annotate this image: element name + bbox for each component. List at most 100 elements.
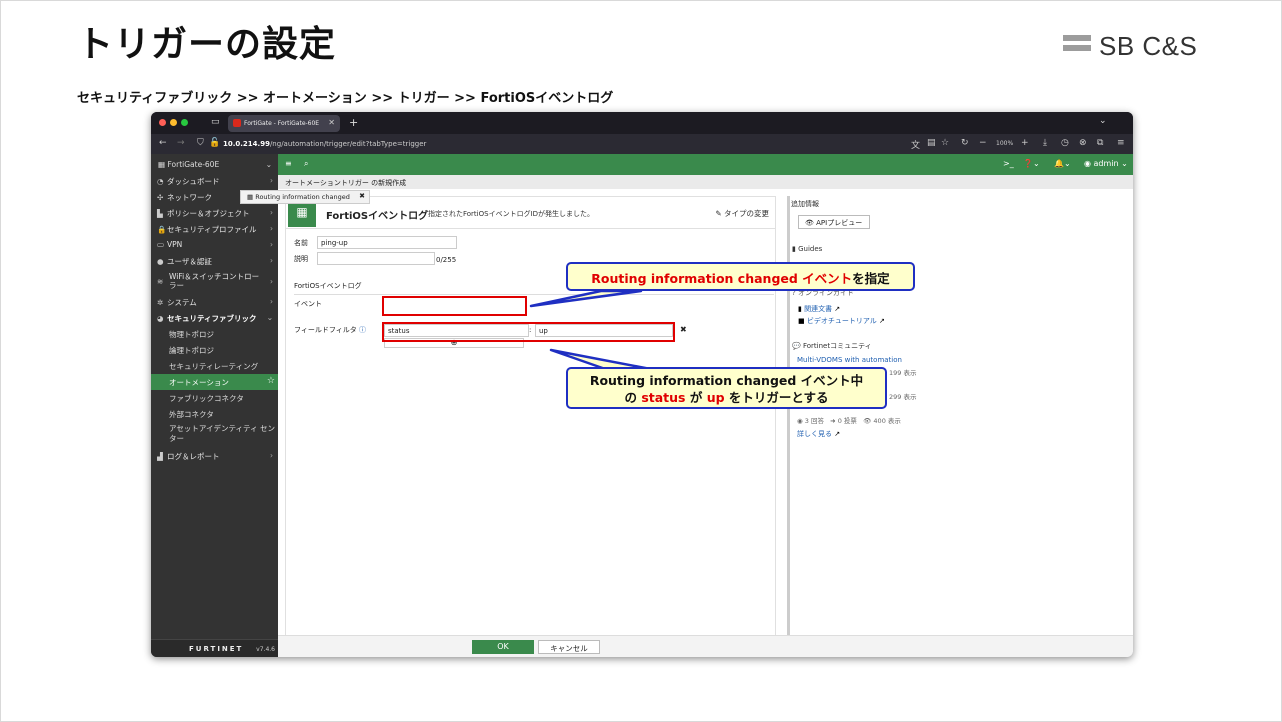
- sidebar-item-vpn[interactable]: ▭ VPN ›: [151, 237, 278, 253]
- extensions-icon[interactable]: ⧉: [1097, 138, 1103, 148]
- lock-warning-icon[interactable]: 🔓: [209, 138, 220, 148]
- sidebar-subitem-logical-topology[interactable]: 論理トポロジ: [151, 342, 278, 358]
- callout-pre: の: [624, 390, 642, 405]
- close-window-icon[interactable]: [159, 119, 166, 126]
- policy-icon: ▙: [157, 209, 163, 218]
- sidebar-item-label: セキュリティファブリック: [167, 314, 257, 323]
- forward-icon[interactable]: →: [177, 138, 185, 148]
- sidebar-subitem-asset-identity[interactable]: アセットアイデンティティ センター: [151, 422, 278, 448]
- sidebar-item-security-fabric[interactable]: ◕ セキュリティファブリック ⌄: [151, 310, 278, 326]
- close-tab-icon[interactable]: ✕: [328, 118, 335, 127]
- sidebar-item-user-auth[interactable]: ● ユーザ＆認証 ›: [151, 253, 278, 269]
- callout-filter: Routing information changed イベント中 の stat…: [566, 367, 887, 409]
- favorite-star-icon[interactable]: ☆: [267, 376, 275, 386]
- help-icon[interactable]: ❓⌄: [1023, 159, 1040, 168]
- menu-icon[interactable]: ≡: [1117, 138, 1125, 148]
- zoom-level[interactable]: 100%: [996, 140, 1013, 147]
- user-menu[interactable]: ◉ admin ⌄: [1084, 159, 1128, 168]
- sidebar-item-log-report[interactable]: ▟ ログ＆レポート ›: [151, 448, 278, 464]
- network-icon: ✣: [157, 193, 164, 202]
- community-post-link[interactable]: Multi-VDOMS with automation: [797, 356, 902, 364]
- zoom-in-icon[interactable]: +: [1021, 138, 1029, 148]
- url-field[interactable]: 10.0.214.99/ng/automation/trigger/edit?t…: [223, 140, 426, 148]
- back-icon[interactable]: ←: [159, 138, 167, 148]
- sidebar-item-label: オートメーション: [169, 378, 229, 387]
- sidebar-footer: FURTINET v7.4.6: [151, 639, 278, 657]
- video-tutorial-label: ビデオチュートリアル: [806, 317, 877, 325]
- panel-title: FortiOSイベントログ: [326, 211, 429, 222]
- sidebar-subitem-automation[interactable]: オートメーション ☆: [151, 374, 278, 390]
- cli-icon[interactable]: >_: [1003, 159, 1014, 168]
- post-stats: ◉ 3 回答 ➜ 0 投票 👁 400 表示: [797, 415, 901, 425]
- sidebar-item-system[interactable]: ✲ システム ›: [151, 294, 278, 310]
- votes-count: 0 投票: [837, 417, 857, 425]
- sidebar-subitem-physical-topology[interactable]: 物理トポロジ: [151, 326, 278, 342]
- sidebar-item-label: ユーザ＆認証: [167, 257, 212, 266]
- chevron-right-icon: ›: [270, 297, 273, 306]
- translate-icon[interactable]: 文: [911, 138, 920, 151]
- callout-event-highlight: Routing information changed イベント: [591, 271, 853, 286]
- views-count-1: 199 表示: [889, 369, 917, 377]
- event-select[interactable]: ▦ Routing information changed ✖: [240, 190, 370, 204]
- reader-icon[interactable]: ▤: [927, 138, 936, 148]
- sidebar-subitem-security-rating[interactable]: セキュリティレーティング: [151, 358, 278, 374]
- bell-icon[interactable]: 🔔⌄: [1054, 159, 1071, 168]
- sidebar-item-wifi-switch[interactable]: ≋ WiFi＆スイッチコントロー ラー ›: [151, 269, 278, 294]
- video-tutorial-link[interactable]: ■ ビデオチュートリアル ↗: [798, 316, 885, 326]
- page-title: オートメーショントリガー の新規作成: [278, 175, 1133, 189]
- api-preview-button[interactable]: 👁 APIプレビュー: [798, 215, 870, 229]
- gear-icon: ✲: [157, 298, 164, 307]
- slide: トリガーの設定 SB C&S セキュリティファブリック >> オートメーション …: [0, 0, 1282, 722]
- sidebar-item-dashboard[interactable]: ◔ ダッシュボード ›: [151, 173, 278, 189]
- wifi-icon: ≋: [157, 277, 164, 286]
- maximize-window-icon[interactable]: [181, 119, 188, 126]
- remove-filter-icon[interactable]: ✖: [680, 325, 687, 334]
- description-input[interactable]: [317, 252, 435, 265]
- reload-icon[interactable]: ↻: [961, 138, 969, 148]
- sidebar-subitem-external-connectors[interactable]: 外部コネクタ: [151, 406, 278, 422]
- tab-list-icon[interactable]: ⌄: [1099, 116, 1107, 126]
- zoom-out-icon[interactable]: −: [979, 138, 987, 148]
- description-label: 説明: [294, 255, 308, 263]
- ok-button[interactable]: OK: [472, 640, 534, 654]
- learn-more-link[interactable]: 詳しく見る ↗: [797, 429, 840, 439]
- chevron-right-icon: ›: [270, 451, 273, 460]
- bookmark-star-icon[interactable]: ☆: [941, 138, 949, 148]
- hamburger-icon[interactable]: ≡: [285, 159, 292, 168]
- device-selector[interactable]: ▦ FortiGate-60E ⌄: [151, 154, 278, 173]
- tab-title: FortiGate - FortiGate-60E: [244, 120, 320, 127]
- eye-icon: 👁: [805, 219, 817, 227]
- close-circle-icon[interactable]: ⊗: [1079, 138, 1087, 148]
- views-count-2: 299 表示: [889, 393, 917, 401]
- shield-icon[interactable]: ⛉: [197, 138, 204, 148]
- name-input[interactable]: ping-up: [317, 236, 457, 249]
- answers-icon: ◉: [797, 417, 805, 425]
- community-label: Fortinetコミュニティ: [802, 342, 872, 350]
- guides-label: Guides: [798, 245, 823, 253]
- form-footer: OK キャンセル: [278, 635, 1133, 657]
- remove-event-icon[interactable]: ✖: [359, 192, 365, 200]
- new-tab-icon[interactable]: +: [349, 116, 358, 129]
- user-icon: ●: [157, 257, 164, 266]
- history-icon[interactable]: ◷: [1061, 138, 1069, 148]
- logo-text: SB C&S: [1099, 31, 1198, 61]
- sidebar-subitem-fabric-connectors[interactable]: ファブリックコネクタ: [151, 390, 278, 406]
- external-link-icon: ↗: [832, 305, 841, 313]
- sidebar-item-label: WiFi＆スイッチコントロー ラー: [169, 272, 260, 290]
- sidebar-item-security-profiles[interactable]: 🔒セキュリティプロファイル ›: [151, 221, 278, 237]
- callout-ga: が: [685, 390, 707, 405]
- change-type-button[interactable]: ✎ タイプの変更: [715, 208, 769, 219]
- download-icon[interactable]: ⤓: [1043, 138, 1047, 148]
- related-docs-link[interactable]: ▮ 関連文書 ↗: [798, 304, 840, 314]
- minimize-window-icon[interactable]: [170, 119, 177, 126]
- cancel-button[interactable]: キャンセル: [538, 640, 600, 654]
- pencil-icon: ✎: [715, 209, 724, 218]
- logo-bars-icon: [1063, 35, 1091, 55]
- chevron-down-icon: ⌄: [265, 160, 272, 169]
- url-host: 10.0.214.99: [223, 140, 270, 148]
- tab-overview-icon[interactable]: ▭: [211, 117, 220, 127]
- sidebar-item-policy[interactable]: ▙ ポリシー＆オブジェクト ›: [151, 205, 278, 221]
- info-icon[interactable]: ⓘ: [359, 326, 366, 334]
- search-icon[interactable]: ⌕: [304, 159, 308, 169]
- browser-tab[interactable]: FortiGate - FortiGate-60E ✕: [228, 115, 340, 132]
